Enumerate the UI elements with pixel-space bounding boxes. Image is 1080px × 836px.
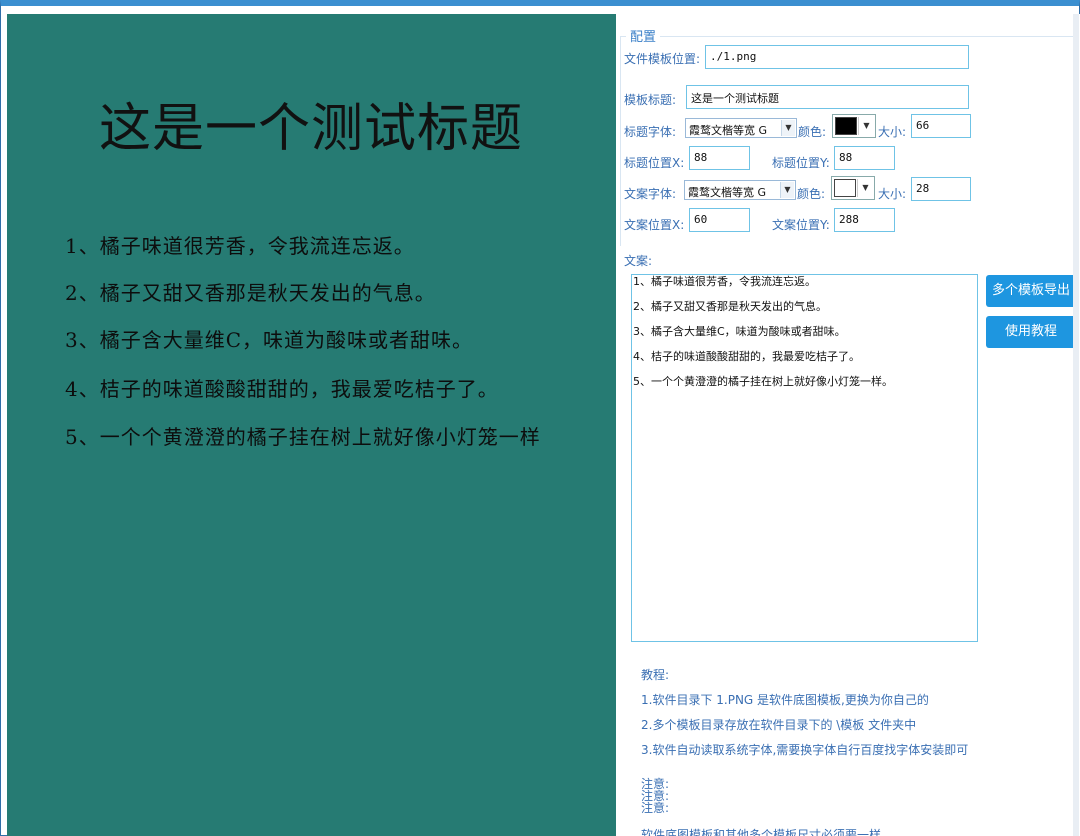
- title-font-label: 标题字体:: [624, 125, 677, 139]
- text-pos-y-label: 文案位置Y:: [772, 218, 830, 232]
- config-panel: 配置 文件模板位置: ./1.png 模板标题: 这是一个测试标题 标题字体: …: [616, 14, 1080, 836]
- note-text: 软件底图模板和其他多个模板尺寸必须要一样: [641, 828, 882, 836]
- title-pos-y-input[interactable]: 88: [834, 146, 895, 170]
- text-pos-x-input[interactable]: 60: [689, 208, 750, 232]
- title-pos-y-label: 标题位置Y:: [772, 156, 830, 170]
- text-size-input[interactable]: 28: [911, 177, 971, 201]
- preview-line: 1、橘子味道很芳香，令我流连忘返。: [65, 234, 415, 258]
- title-pos-x-label: 标题位置X:: [624, 156, 685, 170]
- preview-title: 这是一个测试标题: [99, 99, 524, 159]
- title-size-input[interactable]: 66: [911, 114, 971, 138]
- copy-line: 1、橘子味道很芳香，令我流连忘返。: [633, 275, 816, 288]
- title-size-label: 大小:: [878, 125, 907, 139]
- text-color-picker[interactable]: ▼: [831, 176, 875, 200]
- title-font-select[interactable]: 霞鹜文楷等宽 G ▼: [685, 118, 797, 138]
- tutorial-step: 1.软件目录下 1.PNG 是软件底图模板,更换为你自己的: [641, 693, 929, 707]
- text-font-select[interactable]: 霞鹜文楷等宽 G ▼: [684, 180, 796, 200]
- preview-line: 4、桔子的味道酸酸甜甜的，我最爱吃桔子了。: [65, 377, 499, 401]
- chevron-down-icon: ▼: [857, 179, 873, 197]
- tutorial-button[interactable]: 使用教程: [986, 316, 1076, 348]
- preview-line: 3、橘子含大量维C，味道为酸味或者甜味。: [65, 328, 474, 352]
- chevron-down-icon: ▼: [781, 120, 795, 136]
- title-color-picker[interactable]: ▼: [832, 114, 876, 138]
- template-path-input[interactable]: ./1.png: [705, 45, 969, 69]
- export-multi-button[interactable]: 多个模板导出: [986, 275, 1076, 307]
- chevron-down-icon: ▼: [780, 182, 794, 198]
- text-font-value: 霞鹜文楷等宽 G: [688, 186, 767, 199]
- title-font-value: 霞鹜文楷等宽 G: [689, 124, 768, 137]
- text-color-swatch: [834, 179, 856, 197]
- chevron-down-icon: ▼: [858, 117, 874, 135]
- copy-line: 2、橘子又甜又香那是秋天发出的气息。: [633, 300, 827, 313]
- preview-line: 2、橘子又甜又香那是秋天发出的气息。: [65, 281, 436, 305]
- text-pos-y-input[interactable]: 288: [834, 208, 895, 232]
- text-font-label: 文案字体:: [624, 187, 677, 201]
- copy-label: 文案:: [624, 254, 653, 268]
- tutorial-step: 3.软件自动读取系统字体,需要换字体自行百度找字体安装即可: [641, 743, 969, 757]
- template-path-label: 文件模板位置:: [624, 52, 701, 66]
- template-title-input[interactable]: 这是一个测试标题: [686, 85, 969, 109]
- text-pos-x-label: 文案位置X:: [624, 218, 685, 232]
- scrollbar[interactable]: [1073, 14, 1079, 836]
- copy-line: 4、桔子的味道酸酸甜甜的，我最爱吃桔子了。: [633, 350, 860, 363]
- text-color-label: 颜色:: [797, 187, 826, 201]
- app-window: 这是一个测试标题 1、橘子味道很芳香，令我流连忘返。 2、橘子又甜又香那是秋天发…: [0, 0, 1080, 836]
- note-label: 注意:: [641, 801, 670, 815]
- copy-line: 5、一个个黄澄澄的橘子挂在树上就好像小灯笼一样。: [633, 375, 893, 388]
- text-size-label: 大小:: [878, 187, 907, 201]
- title-color-label: 颜色:: [798, 125, 827, 139]
- title-color-swatch: [835, 117, 857, 135]
- title-pos-x-input[interactable]: 88: [689, 146, 750, 170]
- tutorial-step: 2.多个模板目录存放在软件目录下的 \模板 文件夹中: [641, 718, 917, 732]
- preview-line: 5、一个个黄澄澄的橘子挂在树上就好像小灯笼一样: [65, 425, 541, 449]
- preview-canvas: 这是一个测试标题 1、橘子味道很芳香，令我流连忘返。 2、橘子又甜又香那是秋天发…: [7, 14, 616, 836]
- copy-line: 3、橘子含大量维C，味道为酸味或者甜味。: [633, 325, 846, 338]
- template-title-label: 模板标题:: [624, 93, 677, 107]
- copy-textarea[interactable]: 1、橘子味道很芳香，令我流连忘返。 2、橘子又甜又香那是秋天发出的气息。 3、橘…: [631, 274, 978, 642]
- tutorial-heading: 教程:: [641, 668, 670, 682]
- config-legend: 配置: [626, 26, 661, 45]
